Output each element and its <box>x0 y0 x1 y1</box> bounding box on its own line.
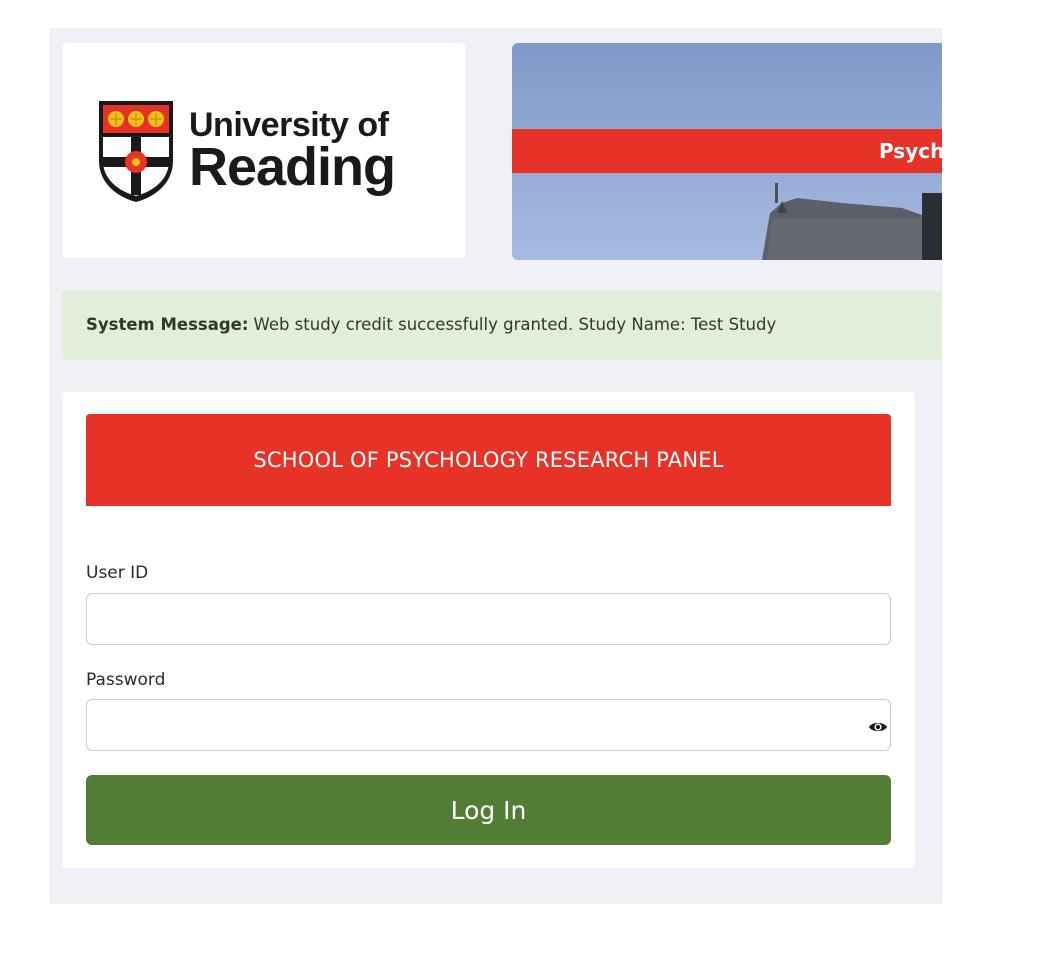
log-in-button[interactable]: Log In <box>86 775 891 845</box>
university-shield-icon <box>99 101 173 202</box>
header-banner: Psych <box>512 43 942 260</box>
logo-card: University of Reading <box>62 43 466 258</box>
logo-line-2: Reading <box>189 137 396 197</box>
banner-title: Psych <box>879 139 942 163</box>
user-id-input[interactable] <box>86 593 891 645</box>
login-card: SCHOOL OF PSYCHOLOGY RESEARCH PANEL User… <box>62 392 915 868</box>
eye-icon[interactable] <box>868 720 888 734</box>
panel-header: SCHOOL OF PSYCHOLOGY RESEARCH PANEL <box>86 414 891 506</box>
password-input[interactable] <box>86 699 891 751</box>
system-message-text: Web study credit successfully granted. S… <box>253 315 777 334</box>
user-id-label: User ID <box>86 563 149 583</box>
banner-strip <box>512 129 942 173</box>
university-logo[interactable]: University of Reading <box>97 99 396 203</box>
system-message: System Message: Web study credit successf… <box>62 291 942 360</box>
system-message-label: System Message: <box>86 315 249 334</box>
password-label: Password <box>86 670 166 690</box>
